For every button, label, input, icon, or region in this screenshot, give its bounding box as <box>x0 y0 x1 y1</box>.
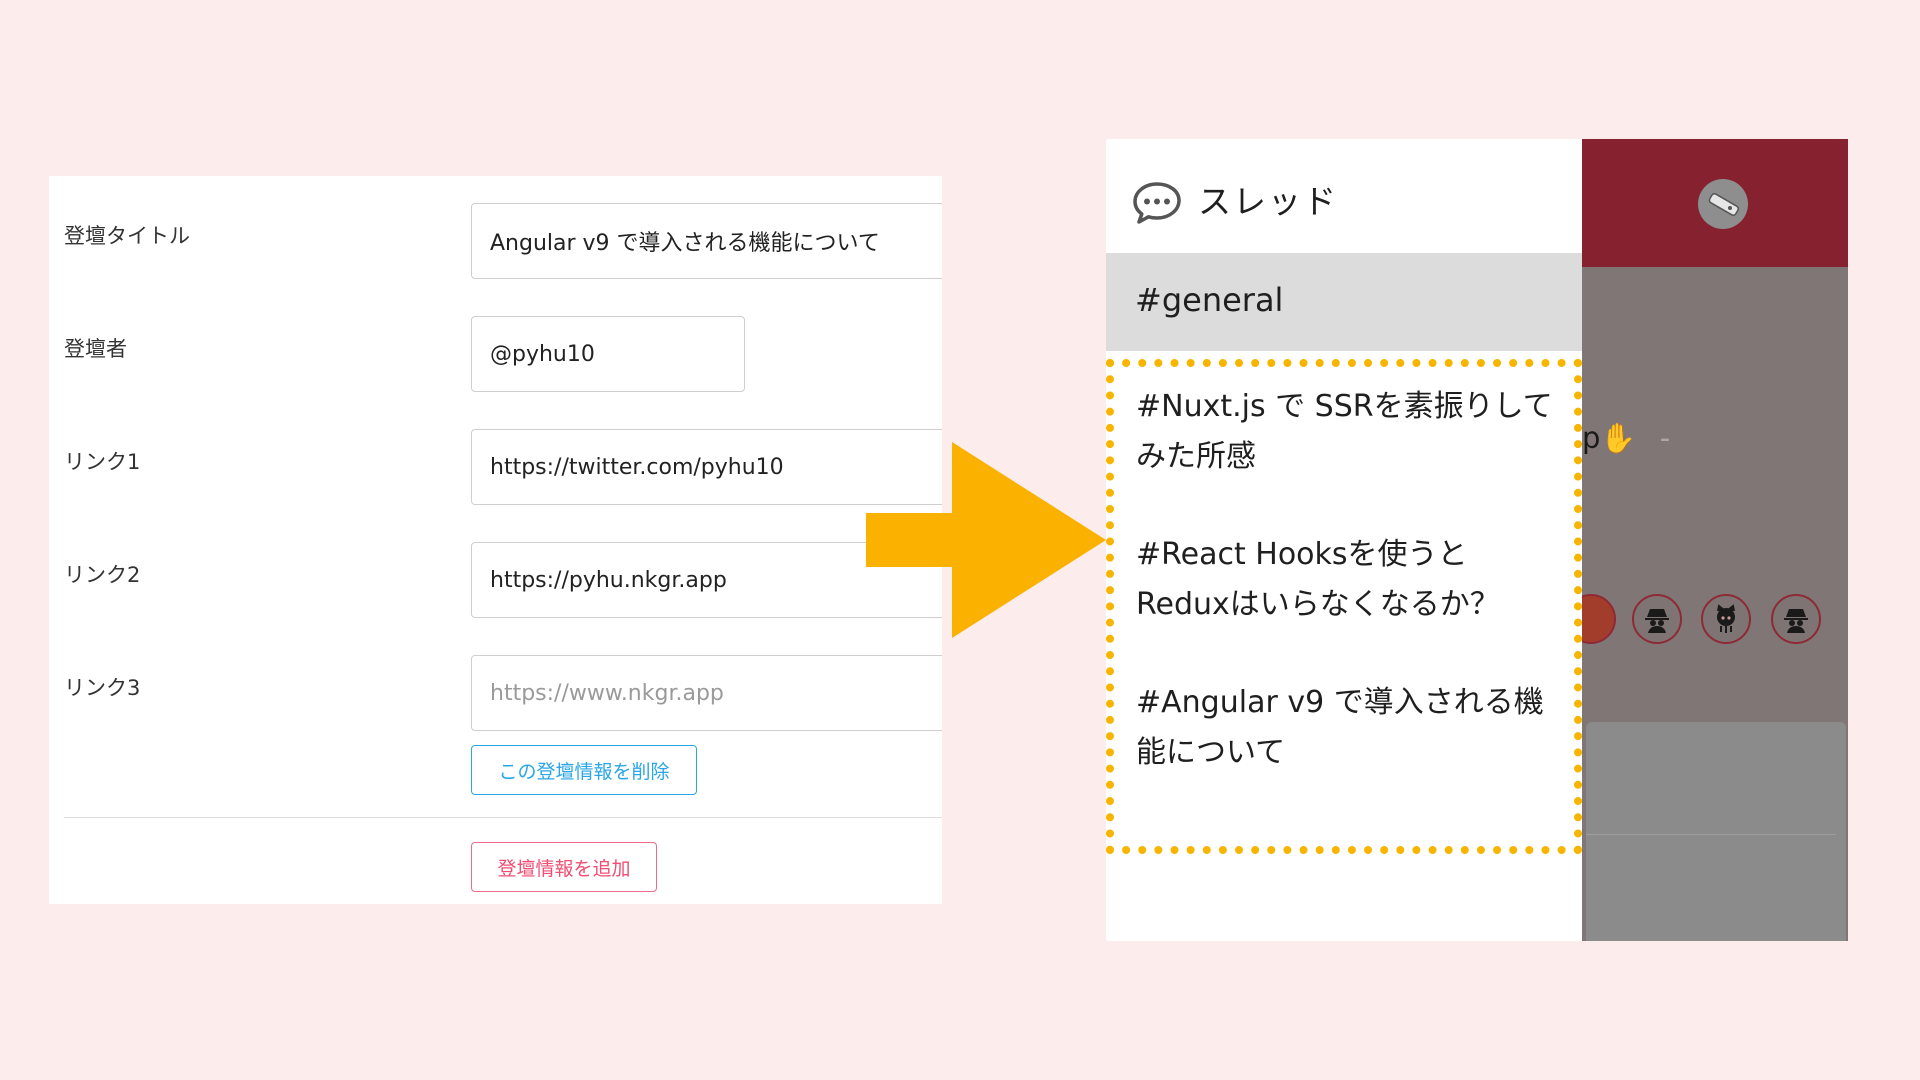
drawer-title: スレッド <box>1198 182 1338 221</box>
speaker-form-panel: 登壇タイトル 登壇者 リンク1 リンク2 リンク3 この登壇情報を削除 登壇情報… <box>49 176 942 904</box>
app-screenshot: p✋ - スレッド #general #Nuxt.js で SSRを素振りしてみ… <box>1106 139 1848 941</box>
add-speaker-button[interactable]: 登壇情報を追加 <box>471 842 657 892</box>
thread-item[interactable]: #Angular v9 で導入される機能について <box>1136 678 1556 778</box>
link1-label: リンク1 <box>64 450 141 474</box>
spy-avatar-icon[interactable] <box>1632 594 1682 644</box>
thread-list-highlight: #Nuxt.js で SSRを素振りしてみた所感 #React Hooksを使う… <box>1106 359 1582 854</box>
link3-input[interactable] <box>471 655 942 731</box>
octocat-avatar-icon[interactable] <box>1701 594 1751 644</box>
peek-dash: - <box>1659 421 1671 455</box>
form-divider <box>64 817 942 818</box>
thread-item[interactable]: #Nuxt.js で SSRを素振りしてみた所感 <box>1136 382 1556 482</box>
speech-bubble-icon <box>1133 182 1181 224</box>
link2-label: リンク2 <box>64 563 141 587</box>
drawer-header: スレッド <box>1106 139 1582 253</box>
speaker-input[interactable] <box>471 316 745 392</box>
background-title-fragment: p✋ - <box>1582 421 1670 456</box>
thread-item[interactable]: #React Hooksを使うとReduxはいらなくなるか？ <box>1136 530 1556 630</box>
title-label: 登壇タイトル <box>64 224 190 248</box>
delete-speaker-button[interactable]: この登壇情報を削除 <box>471 745 697 795</box>
spy-avatar-icon[interactable] <box>1771 594 1821 644</box>
peek-text: p✋ <box>1582 421 1637 455</box>
background-card <box>1586 722 1846 941</box>
thread-drawer: スレッド #general #Nuxt.js で SSRを素振りしてみた所感 #… <box>1106 139 1582 941</box>
app-logo-icon[interactable] <box>1698 179 1748 229</box>
title-input[interactable] <box>471 203 942 279</box>
link3-label: リンク3 <box>64 676 141 700</box>
channel-label: #general <box>1135 281 1284 319</box>
channel-item-general[interactable]: #general <box>1106 253 1582 351</box>
arrow-right-icon <box>866 442 1106 638</box>
speaker-label: 登壇者 <box>64 337 127 361</box>
background-card-divider <box>1586 834 1836 835</box>
